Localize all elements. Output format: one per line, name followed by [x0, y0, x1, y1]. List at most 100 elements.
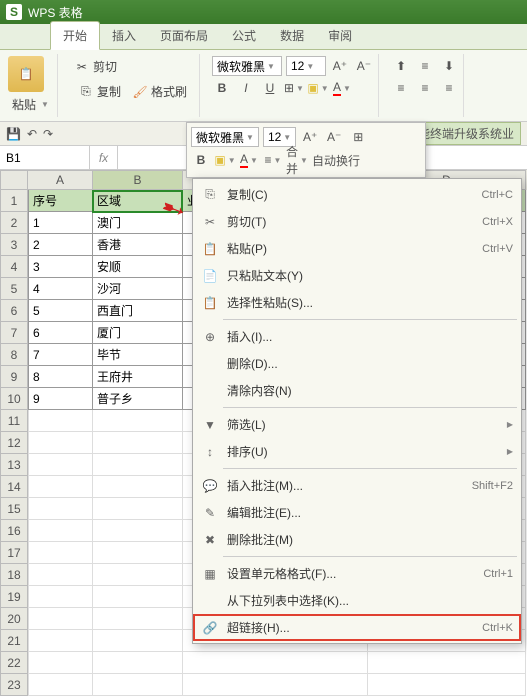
align-left-icon[interactable]: ≡: [391, 78, 411, 98]
cell[interactable]: 4: [28, 278, 93, 300]
ctx-paste[interactable]: 📋粘贴(P)Ctrl+V: [193, 235, 521, 262]
align-top-icon[interactable]: ⬆: [391, 56, 411, 76]
mini-align-icon[interactable]: ≡▼: [263, 150, 283, 170]
fill-color-button[interactable]: ▣▼: [308, 78, 328, 98]
row-header[interactable]: 21: [0, 630, 28, 652]
mini-merge-button[interactable]: 合并▼: [287, 150, 307, 170]
cell[interactable]: 2: [28, 234, 93, 256]
tab-formula[interactable]: 公式: [220, 22, 268, 49]
cell[interactable]: 6: [28, 322, 93, 344]
col-header-a[interactable]: A: [28, 170, 93, 190]
row-header[interactable]: 10: [0, 388, 28, 410]
cell[interactable]: 普子乡: [93, 388, 183, 410]
cell[interactable]: 沙河: [93, 278, 183, 300]
cell[interactable]: [93, 454, 183, 476]
cell[interactable]: 毕节: [93, 344, 183, 366]
copy-button[interactable]: ⎘复制: [74, 81, 125, 102]
cell[interactable]: [93, 608, 183, 630]
cell[interactable]: [183, 652, 368, 674]
mini-decrease-font-icon[interactable]: A⁻: [324, 127, 344, 147]
ctx-delcomment[interactable]: ✖删除批注(M): [193, 526, 521, 553]
cell[interactable]: [28, 476, 93, 498]
cell[interactable]: [28, 410, 93, 432]
col-header-b[interactable]: B: [93, 170, 183, 190]
row-header[interactable]: 7: [0, 322, 28, 344]
name-box[interactable]: B1: [0, 146, 90, 169]
ctx-format[interactable]: ▦设置单元格格式(F)...Ctrl+1: [193, 560, 521, 587]
qat-undo-icon[interactable]: ↶: [27, 127, 37, 141]
mini-fontcolor-icon[interactable]: A▼: [239, 150, 259, 170]
ctx-cut[interactable]: ✂剪切(T)Ctrl+X: [193, 208, 521, 235]
paste-button[interactable]: 粘贴▼: [8, 94, 53, 115]
ctx-filter[interactable]: ▼筛选(L)▶: [193, 411, 521, 438]
border-button[interactable]: ⊞▼: [284, 78, 304, 98]
tab-insert[interactable]: 插入: [100, 22, 148, 49]
select-all-corner[interactable]: [0, 170, 28, 190]
cell[interactable]: 西直门: [93, 300, 183, 322]
cell[interactable]: 7: [28, 344, 93, 366]
row-header[interactable]: 3: [0, 234, 28, 256]
row-header[interactable]: 22: [0, 652, 28, 674]
row-header[interactable]: 14: [0, 476, 28, 498]
cell[interactable]: [28, 454, 93, 476]
qat-redo-icon[interactable]: ↷: [43, 127, 53, 141]
row-header[interactable]: 4: [0, 256, 28, 278]
row-header[interactable]: 19: [0, 586, 28, 608]
increase-font-icon[interactable]: A⁺: [330, 56, 350, 76]
cell[interactable]: 澳门: [93, 212, 183, 234]
cut-button[interactable]: ✂剪切: [70, 56, 195, 77]
align-middle-icon[interactable]: ≡: [415, 56, 435, 76]
bold-button[interactable]: B: [212, 78, 232, 98]
ctx-editcomment[interactable]: ✎编辑批注(E)...: [193, 499, 521, 526]
cell[interactable]: 8: [28, 366, 93, 388]
mini-font-select[interactable]: 微软雅黑▼: [191, 127, 259, 147]
ctx-item[interactable]: 删除(D)...: [193, 350, 521, 377]
mini-fill-icon[interactable]: ▣▼: [215, 150, 235, 170]
cell[interactable]: [93, 630, 183, 652]
row-header[interactable]: 9: [0, 366, 28, 388]
cell[interactable]: [93, 564, 183, 586]
cell[interactable]: [93, 652, 183, 674]
font-size-select[interactable]: 12▼: [286, 56, 326, 76]
cell[interactable]: [93, 432, 183, 454]
row-header[interactable]: 11: [0, 410, 28, 432]
align-right-icon[interactable]: ≡: [439, 78, 459, 98]
cell[interactable]: [93, 520, 183, 542]
font-color-button[interactable]: A▼: [332, 78, 352, 98]
cell[interactable]: [28, 630, 93, 652]
row-header[interactable]: 1: [0, 190, 28, 212]
italic-button[interactable]: I: [236, 78, 256, 98]
cell[interactable]: [93, 410, 183, 432]
ctx-item[interactable]: 清除内容(N): [193, 377, 521, 404]
mini-autowrap-button[interactable]: 自动换行: [311, 150, 361, 170]
qat-save-icon[interactable]: 💾: [6, 127, 21, 141]
row-header[interactable]: 16: [0, 520, 28, 542]
paste-icon[interactable]: 📋: [8, 56, 44, 92]
cell[interactable]: [28, 608, 93, 630]
cell[interactable]: [28, 652, 93, 674]
font-family-select[interactable]: 微软雅黑▼: [212, 56, 282, 76]
tab-layout[interactable]: 页面布局: [148, 22, 220, 49]
cell[interactable]: 王府井: [93, 366, 183, 388]
cell[interactable]: 5: [28, 300, 93, 322]
cell[interactable]: [28, 564, 93, 586]
align-bottom-icon[interactable]: ⬇: [439, 56, 459, 76]
row-header[interactable]: 2: [0, 212, 28, 234]
cell[interactable]: 区域: [93, 190, 183, 212]
mini-bold-icon[interactable]: B: [191, 150, 211, 170]
ctx-copy[interactable]: ⎘复制(C)Ctrl+C: [193, 181, 521, 208]
mini-increase-font-icon[interactable]: A⁺: [300, 127, 320, 147]
fx-icon[interactable]: fx: [90, 146, 118, 169]
ctx-insert[interactable]: ⊕插入(I)...: [193, 323, 521, 350]
cell[interactable]: [93, 586, 183, 608]
row-header[interactable]: 8: [0, 344, 28, 366]
cell[interactable]: 1: [28, 212, 93, 234]
tab-data[interactable]: 数据: [268, 22, 316, 49]
cell[interactable]: 安顺: [93, 256, 183, 278]
cell[interactable]: [28, 432, 93, 454]
ctx-item[interactable]: 从下拉列表中选择(K)...: [193, 587, 521, 614]
row-header[interactable]: 5: [0, 278, 28, 300]
cell[interactable]: 香港: [93, 234, 183, 256]
cell[interactable]: 厦门: [93, 322, 183, 344]
align-center-icon[interactable]: ≡: [415, 78, 435, 98]
